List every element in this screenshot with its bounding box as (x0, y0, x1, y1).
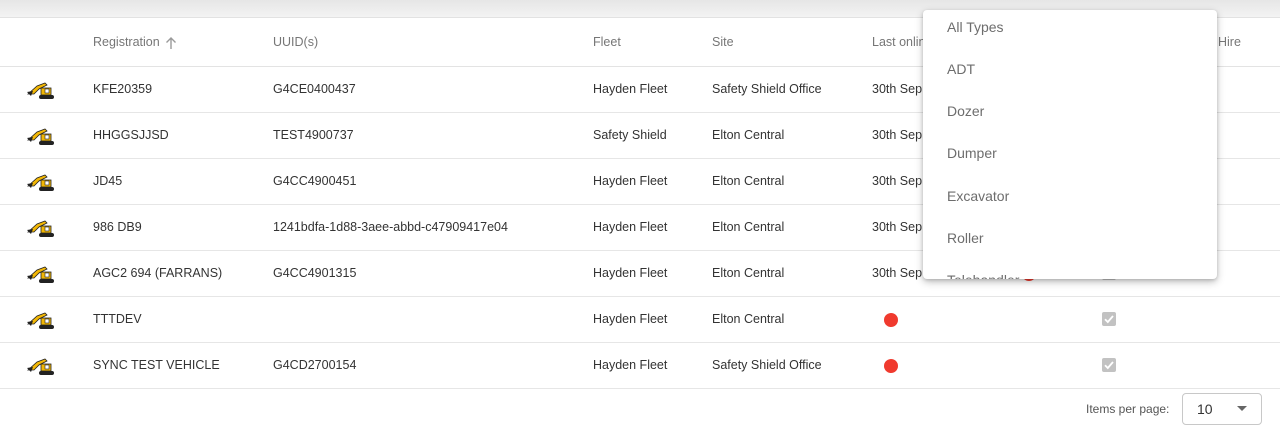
dropdown-option[interactable]: Telehandler (923, 259, 1217, 279)
cell-fleet: Hayden Fleet (593, 82, 668, 96)
excavator-icon (26, 358, 54, 375)
column-header-uuids[interactable]: UUID(s) (273, 18, 318, 66)
column-header-fleet[interactable]: Fleet (593, 18, 621, 66)
table-row[interactable]: TTTDEV Hayden Fleet Elton Central (0, 297, 1280, 343)
cell-site: Elton Central (712, 128, 785, 142)
cell-fleet: Hayden Fleet (593, 174, 668, 188)
excavator-icon (26, 312, 54, 329)
cell-fleet: Hayden Fleet (593, 312, 668, 326)
cell-uuid: 1241bdfa-1d88-3aee-abbd-c47909417e04 (273, 220, 508, 234)
cell-uuid: G4CD2700154 (273, 358, 357, 372)
arrow-up-icon (166, 36, 177, 49)
column-header-hire[interactable]: Hire (1218, 18, 1241, 66)
cell-registration: TTTDEV (93, 312, 142, 326)
excavator-icon (26, 266, 54, 283)
cell-registration: JD45 (93, 174, 123, 188)
excavator-icon (26, 82, 54, 99)
status-dot-offline (884, 313, 898, 327)
hire-checkbox[interactable] (1102, 358, 1116, 372)
dropdown-option[interactable]: Excavator (923, 175, 1217, 217)
column-header-last-online[interactable]: Last onlin (872, 18, 926, 66)
cell-uuid: TEST4900737 (273, 128, 354, 142)
cell-fleet: Hayden Fleet (593, 220, 668, 234)
excavator-icon (26, 220, 54, 237)
cell-uuid: G4CC4900451 (273, 174, 357, 188)
cell-last-online: 30th Sep (872, 174, 923, 188)
dropdown-option[interactable]: ADT (923, 48, 1217, 90)
status-dot-offline (884, 359, 898, 373)
cell-site: Safety Shield Office (712, 82, 822, 96)
check-icon (1104, 361, 1114, 370)
items-per-page-select[interactable]: 10 (1182, 393, 1262, 425)
cell-uuid: G4CC4901315 (273, 266, 357, 280)
excavator-icon (26, 174, 54, 191)
cell-site: Safety Shield Office (712, 358, 822, 372)
dropdown-option[interactable]: Dozer (923, 90, 1217, 132)
type-filter-dropdown: All TypesADTDozerDumperExcavatorRollerTe… (923, 10, 1217, 279)
chevron-down-icon (1237, 406, 1247, 411)
hire-checkbox[interactable] (1102, 312, 1116, 326)
cell-fleet: Hayden Fleet (593, 266, 668, 280)
cell-last-online: 30th Sep (872, 82, 923, 96)
cell-last-online: 30th Sep (872, 128, 923, 142)
cell-fleet: Hayden Fleet (593, 358, 668, 372)
dropdown-option[interactable]: Roller (923, 217, 1217, 259)
check-icon (1104, 315, 1114, 324)
excavator-icon (26, 128, 54, 145)
cell-site: Elton Central (712, 220, 785, 234)
cell-site: Elton Central (712, 174, 785, 188)
cell-registration: KFE20359 (93, 82, 153, 96)
column-header-registration-label: Registration (93, 35, 160, 49)
cell-last-online: 30th Sep (872, 220, 923, 234)
dropdown-option[interactable]: Dumper (923, 132, 1217, 174)
cell-registration: AGC2 694 (FARRANS) (93, 266, 223, 280)
dropdown-option[interactable]: All Types (923, 10, 1217, 48)
items-per-page-value: 10 (1197, 401, 1213, 417)
cell-registration: HHGGSJJSD (93, 128, 169, 142)
cell-uuid: G4CE0400437 (273, 82, 356, 96)
cell-fleet: Safety Shield (593, 128, 667, 142)
column-header-site[interactable]: Site (712, 18, 734, 66)
items-per-page-label: Items per page: (1086, 402, 1170, 416)
cell-site: Elton Central (712, 312, 785, 326)
cell-site: Elton Central (712, 266, 785, 280)
column-header-registration[interactable]: Registration (93, 18, 177, 66)
cell-registration: SYNC TEST VEHICLE (93, 358, 220, 372)
cell-registration: 986 DB9 (93, 220, 142, 234)
table-row[interactable]: SYNC TEST VEHICLE G4CD2700154 Hayden Fleet… (0, 343, 1280, 389)
